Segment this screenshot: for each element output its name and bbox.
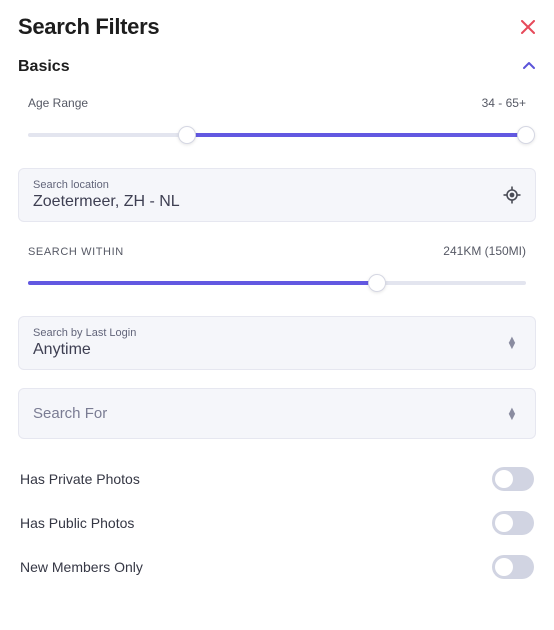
toggle-public-photos-row: Has Public Photos — [18, 501, 536, 545]
age-range-field: Age Range 34 - 65+ — [18, 96, 536, 146]
toggle-private-photos-label: Has Private Photos — [20, 471, 140, 487]
age-range-slider[interactable] — [28, 124, 526, 146]
search-location-value: Zoetermeer, ZH - NL — [33, 193, 521, 211]
age-range-label: Age Range — [28, 96, 88, 110]
sort-arrows-icon: ▲▼ — [507, 408, 518, 420]
search-for-placeholder: Search For — [33, 399, 521, 428]
search-location-label: Search location — [33, 179, 521, 191]
chevron-up-icon — [522, 61, 536, 71]
panel-title: Search Filters — [18, 14, 159, 40]
search-within-field: SEARCH WITHIN 241KM (150MI) — [18, 244, 536, 294]
toggle-public-photos[interactable] — [492, 511, 534, 535]
section-basics-label: Basics — [18, 58, 70, 76]
sort-arrows-icon: ▲▼ — [507, 337, 518, 349]
search-location-field[interactable]: Search location Zoetermeer, ZH - NL — [18, 168, 536, 222]
close-icon — [521, 20, 535, 34]
search-within-label: SEARCH WITHIN — [28, 246, 124, 258]
section-basics-header[interactable]: Basics — [18, 58, 536, 76]
search-filters-panel: Search Filters Basics Age Range 34 - 65+ — [0, 0, 554, 607]
search-within-slider[interactable] — [28, 272, 526, 294]
close-button[interactable] — [520, 19, 536, 35]
crosshair-icon — [503, 186, 521, 204]
search-within-value: 241KM (150MI) — [443, 244, 526, 258]
search-for-dropdown-affordance: ▲▼ — [503, 405, 521, 423]
last-login-dropdown-affordance: ▲▼ — [503, 334, 521, 352]
toggle-new-members-label: New Members Only — [20, 559, 143, 575]
age-range-value: 34 - 65+ — [482, 96, 526, 110]
use-current-location-button[interactable] — [503, 186, 521, 204]
age-slider-knob-high[interactable] — [517, 126, 535, 144]
last-login-label: Search by Last Login — [33, 327, 521, 339]
collapse-toggle[interactable] — [522, 58, 536, 76]
toggle-private-photos[interactable] — [492, 467, 534, 491]
toggle-new-members[interactable] — [492, 555, 534, 579]
panel-header: Search Filters — [18, 14, 536, 40]
toggle-new-members-row: New Members Only — [18, 545, 536, 589]
distance-slider-knob[interactable] — [368, 274, 386, 292]
last-login-select[interactable]: Search by Last Login Anytime ▲▼ — [18, 316, 536, 370]
last-login-value: Anytime — [33, 341, 521, 359]
age-slider-knob-low[interactable] — [178, 126, 196, 144]
search-for-select[interactable]: Search For ▲▼ — [18, 388, 536, 439]
toggle-private-photos-row: Has Private Photos — [18, 457, 536, 501]
toggle-public-photos-label: Has Public Photos — [20, 515, 134, 531]
